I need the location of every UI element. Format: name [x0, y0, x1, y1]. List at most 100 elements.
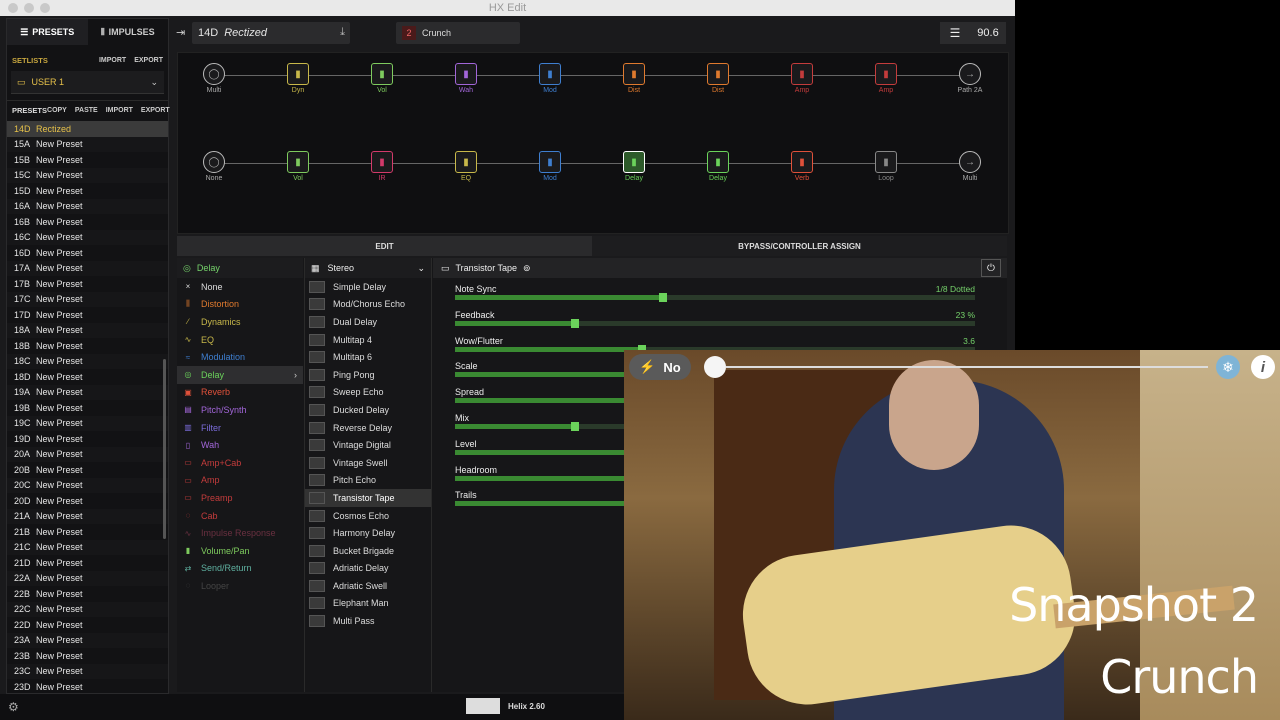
preset-paste-button[interactable]: PASTE: [75, 107, 98, 114]
category-item[interactable]: ∿ Impulse Response: [177, 524, 303, 542]
preset-item[interactable]: 23B New Preset: [7, 648, 168, 664]
preset-item[interactable]: 20C New Preset: [7, 477, 168, 493]
category-item[interactable]: ∕ Dynamics: [177, 313, 303, 331]
preset-item[interactable]: 15A New Preset: [7, 136, 168, 152]
flow-block-path1-0[interactable]: ◯ Multi: [192, 63, 236, 94]
category-item[interactable]: ⇄ Send/Return: [177, 560, 303, 578]
model-item[interactable]: Multi Pass: [305, 612, 431, 630]
category-item[interactable]: ∿ EQ: [177, 331, 303, 349]
preset-item[interactable]: 19D New Preset: [7, 431, 168, 447]
preset-item[interactable]: 18B New Preset: [7, 338, 168, 354]
preset-item[interactable]: 17B New Preset: [7, 276, 168, 292]
category-item[interactable]: ▭ Amp: [177, 472, 303, 490]
category-item[interactable]: ▥ Filter: [177, 419, 303, 437]
tab-bypass-controller[interactable]: BYPASS/CONTROLLER ASSIGN: [592, 236, 1007, 256]
preset-item[interactable]: 17D New Preset: [7, 307, 168, 323]
flow-block-path2-3[interactable]: ▮ EQ: [444, 151, 488, 182]
preset-item[interactable]: 19B New Preset: [7, 400, 168, 416]
preset-item[interactable]: 20B New Preset: [7, 462, 168, 478]
flow-block-path2-7[interactable]: ▮ Verb: [780, 151, 824, 182]
preset-item[interactable]: 22A New Preset: [7, 570, 168, 586]
flow-block-path1-4[interactable]: ▮ Mod: [528, 63, 572, 94]
model-item[interactable]: Elephant Man: [305, 595, 431, 613]
flow-block-path2-9[interactable]: → Multi: [948, 151, 992, 182]
category-item[interactable]: ⫼ Distortion: [177, 296, 303, 314]
category-item[interactable]: ▮ Volume/Pan: [177, 542, 303, 560]
tab-impulses[interactable]: ⫴ IMPULSES: [88, 19, 169, 45]
preset-item[interactable]: 23D New Preset: [7, 679, 168, 695]
sidebar-toggle-icon[interactable]: ⇥: [176, 26, 185, 39]
flow-block-path2-0[interactable]: ◯ None: [192, 151, 236, 182]
stereo-selector[interactable]: ▦ Stereo ⌄: [305, 258, 431, 278]
model-item[interactable]: Multitap 4: [305, 331, 431, 349]
preset-item[interactable]: 17C New Preset: [7, 291, 168, 307]
flow-block-path1-2[interactable]: ▮ Vol: [360, 63, 404, 94]
flow-block-path1-1[interactable]: ▮ Dyn: [276, 63, 320, 94]
flow-block-path2-6[interactable]: ▮ Delay: [696, 151, 740, 182]
video-toggle[interactable]: ⚡ No: [629, 354, 691, 380]
model-item[interactable]: Reverse Delay: [305, 419, 431, 437]
preset-item[interactable]: 19C New Preset: [7, 415, 168, 431]
parameter-value[interactable]: 3.6: [963, 336, 975, 346]
category-item[interactable]: × None: [177, 278, 303, 296]
save-icon[interactable]: ⤓: [340, 26, 345, 39]
category-item[interactable]: ▤ Pitch/Synth: [177, 401, 303, 419]
category-item[interactable]: ◌ Cab: [177, 507, 303, 525]
menu-list-button[interactable]: ☰: [940, 22, 970, 44]
model-item[interactable]: Simple Delay: [305, 278, 431, 296]
flow-block-path1-7[interactable]: ▮ Amp: [780, 63, 824, 94]
model-item[interactable]: Pitch Echo: [305, 472, 431, 490]
preset-item[interactable]: 20A New Preset: [7, 446, 168, 462]
preset-item[interactable]: 16B New Preset: [7, 214, 168, 230]
category-item[interactable]: ◎ Delay ›: [177, 365, 303, 384]
preset-item[interactable]: 22C New Preset: [7, 601, 168, 617]
preset-item[interactable]: 16C New Preset: [7, 229, 168, 245]
preset-export-button[interactable]: EXPORT: [141, 107, 170, 114]
preset-name-field[interactable]: 14D Rectized ⤓: [192, 22, 350, 44]
preset-item[interactable]: 21D New Preset: [7, 555, 168, 571]
category-item[interactable]: ▯ Wah: [177, 436, 303, 454]
gear-icon[interactable]: ⚙: [8, 700, 19, 714]
preset-item[interactable]: 17A New Preset: [7, 260, 168, 276]
model-item[interactable]: Sweep Echo: [305, 384, 431, 402]
category-item[interactable]: ◌ Looper: [177, 577, 303, 595]
parameter-slider-handle[interactable]: [659, 293, 667, 302]
flow-block-path2-5[interactable]: ▮ Delay: [612, 151, 656, 182]
parameter-slider-handle[interactable]: [570, 318, 579, 328]
preset-item[interactable]: 23C New Preset: [7, 663, 168, 679]
model-item[interactable]: Multitap 6: [305, 348, 431, 366]
info-icon[interactable]: i: [1251, 355, 1275, 379]
preset-item[interactable]: 23A New Preset: [7, 632, 168, 648]
setlist-import-button[interactable]: IMPORT: [99, 57, 126, 64]
model-item[interactable]: Transistor Tape: [305, 489, 431, 507]
flow-block-path2-2[interactable]: ▮ IR: [360, 151, 404, 182]
snapshot-selector[interactable]: 2 Crunch: [396, 22, 520, 44]
preset-item[interactable]: 21B New Preset: [7, 524, 168, 540]
power-button[interactable]: ⏻: [981, 259, 1001, 277]
snowflake-icon[interactable]: ❄: [1216, 355, 1240, 379]
model-item[interactable]: Bucket Brigade: [305, 542, 431, 560]
parameter-slider[interactable]: [455, 318, 975, 328]
preset-item[interactable]: 21A New Preset: [7, 508, 168, 524]
parameter-slider[interactable]: [455, 293, 975, 302]
model-item[interactable]: Cosmos Echo: [305, 507, 431, 525]
model-item[interactable]: Adriatic Swell: [305, 577, 431, 595]
preset-copy-button[interactable]: COPY: [47, 107, 67, 114]
tempo-display[interactable]: 90.6: [970, 22, 1006, 44]
model-item[interactable]: Ducked Delay: [305, 401, 431, 419]
model-item[interactable]: Dual Delay: [305, 313, 431, 331]
preset-item[interactable]: 15D New Preset: [7, 183, 168, 199]
video-slider-track[interactable]: [726, 366, 1208, 368]
preset-import-button[interactable]: IMPORT: [106, 107, 133, 114]
flow-block-path1-6[interactable]: ▮ Dist: [696, 63, 740, 94]
flow-block-path2-8[interactable]: ▮ Loop: [864, 151, 908, 182]
tab-edit[interactable]: EDIT: [177, 236, 592, 256]
preset-item[interactable]: 18D New Preset: [7, 369, 168, 385]
preset-list-scrollbar[interactable]: [163, 359, 166, 539]
model-item[interactable]: Mod/Chorus Echo: [305, 296, 431, 314]
flow-block-path2-4[interactable]: ▮ Mod: [528, 151, 572, 182]
category-item[interactable]: ▣ Reverb: [177, 384, 303, 402]
model-item[interactable]: Vintage Digital: [305, 436, 431, 454]
preset-item[interactable]: 15B New Preset: [7, 152, 168, 168]
preset-item[interactable]: 19A New Preset: [7, 384, 168, 400]
